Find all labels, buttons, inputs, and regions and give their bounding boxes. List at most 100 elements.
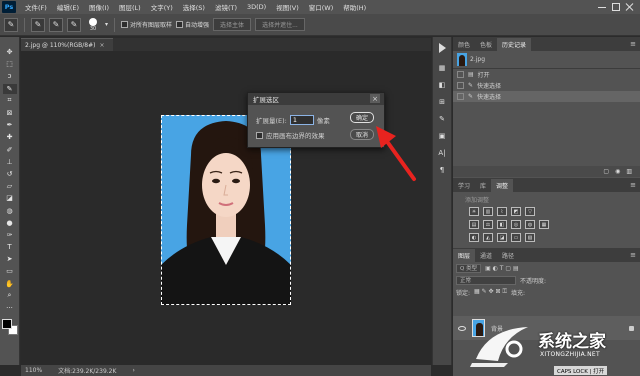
eraser-tool-icon[interactable]: ▱ [3,181,17,191]
foreground-color[interactable] [1,319,12,330]
blur-tool-icon[interactable]: ◍ [3,205,17,215]
zoom-level[interactable]: 110% [25,367,42,374]
lock-icons[interactable]: ▦ ✎ ✥ ⊠ ⚿ [474,288,507,296]
select-and-mask-button[interactable]: 选择并遮住... [255,18,305,31]
subtract-from-selection-icon[interactable]: ✎ [67,17,81,32]
character-icon[interactable]: A| [435,147,449,159]
adjust-icon[interactable]: ◧ [435,79,449,91]
eye-icon[interactable] [458,325,466,331]
sample-all-layers-checkbox[interactable]: 对所有图层取样 [121,20,172,29]
hue-saturation-icon[interactable]: ▤ [469,220,479,229]
cancel-button[interactable]: 取消 [350,129,374,140]
close-icon[interactable] [626,3,634,11]
chevron-down-icon[interactable]: ▾ [105,21,108,28]
menu-window[interactable]: 窗口(W) [304,2,339,12]
gradient-tool-icon[interactable]: ◪ [3,193,17,203]
layer-kind-filter[interactable]: Q 类型 [456,263,482,273]
close-tab-icon[interactable]: × [99,42,104,49]
clone-stamp-tool-icon[interactable]: ⊥ [3,157,17,167]
source-checkbox[interactable] [457,71,464,78]
tab-adjustments[interactable]: 调整 [491,179,514,192]
marquee-tool-icon[interactable]: ⬚ [3,59,17,69]
document-tab[interactable]: 2.jpg @ 110%(RGB/8#) × [21,38,113,51]
black-white-icon[interactable]: ◧ [497,220,507,229]
quick-selection-tool-icon[interactable]: ✎ [2,83,17,94]
minimize-icon[interactable] [598,3,606,8]
color-swatches[interactable] [1,319,18,336]
pen-tool-icon[interactable]: ✑ [3,230,17,240]
tab-swatches[interactable]: 色板 [475,38,497,51]
apply-canvas-bounds-checkbox[interactable]: 应用画布边界的效果 [256,130,325,140]
history-brush-tool-icon[interactable]: ↺ [3,169,17,179]
invert-icon[interactable]: ◐ [469,233,479,242]
source-checkbox[interactable] [457,93,464,100]
document-info[interactable]: 文档:239.2K/239.2K [58,366,116,375]
menu-view[interactable]: 视图(V) [271,2,304,12]
source-checkbox[interactable] [457,82,464,89]
history-snapshot[interactable]: 2.jpg [453,51,640,69]
more-tools-icon[interactable]: ··· [3,303,17,313]
filter-icons[interactable]: ▣ ◐ T ▢ ▤ [485,265,519,272]
brightness-icon[interactable]: ☀ [469,207,479,216]
exposure-icon[interactable]: ◩ [511,207,521,216]
chevron-right-icon[interactable]: › [132,367,134,374]
zoom-tool-icon[interactable]: ⌕ [3,291,17,301]
type-tool-icon[interactable]: T [3,242,17,252]
photo-filter-icon[interactable]: ◎ [511,220,521,229]
tab-libraries[interactable]: 库 [475,179,491,192]
tab-history[interactable]: 历史记录 [497,38,532,51]
brush-settings-icon[interactable]: ✎ [435,113,449,125]
tab-channels[interactable]: 通道 [475,249,497,262]
move-tool-icon[interactable]: ✥ [3,47,17,57]
posterize-icon[interactable]: ◭ [483,233,493,242]
properties-icon[interactable]: ⊞ [435,96,449,108]
expand-amount-input[interactable]: 1 [289,115,314,125]
menu-type[interactable]: 文字(Y) [146,2,178,12]
tab-learn[interactable]: 学习 [453,179,475,192]
path-selection-tool-icon[interactable]: ➤ [3,254,17,264]
healing-brush-tool-icon[interactable]: ✚ [3,132,17,142]
new-document-icon[interactable]: ▢ [603,168,609,175]
panel-menu-icon[interactable]: ≡ [626,40,640,51]
frame-tool-icon[interactable]: ⊠ [3,108,17,118]
menu-layer[interactable]: 图层(L) [114,2,146,12]
menu-select[interactable]: 选择(S) [178,2,210,12]
gradient-map-icon[interactable]: ▭ [511,233,521,242]
panel-menu-icon[interactable]: ≡ [626,181,640,192]
blend-mode-select[interactable]: 正常 [456,275,516,285]
history-state[interactable]: ✎ 快速选择 [453,91,640,102]
selective-color-icon[interactable]: ▧ [525,233,535,242]
eyedropper-tool-icon[interactable]: ✒ [3,120,17,130]
select-subject-button[interactable]: 选择主体 [213,18,252,31]
menu-help[interactable]: 帮助(H) [338,2,371,12]
shape-tool-icon[interactable]: ▭ [3,266,17,276]
brush-tool-icon[interactable]: ✐ [3,145,17,155]
menu-image[interactable]: 图像(I) [84,2,114,12]
trash-icon[interactable]: ▥ [626,168,632,175]
maximize-icon[interactable] [612,3,620,11]
brush-picker[interactable]: 30 [85,17,101,33]
auto-enhance-checkbox[interactable]: 自动增强 [176,20,209,29]
swatch-icon[interactable]: ▣ [435,130,449,142]
menu-filter[interactable]: 滤镜(T) [210,2,242,12]
tab-paths[interactable]: 路径 [497,249,519,262]
panel-menu-icon[interactable]: ≡ [626,251,640,262]
menu-3d[interactable]: 3D(D) [242,3,271,11]
history-state[interactable]: ✎ 快速选择 [453,80,640,91]
paragraph-icon[interactable]: ¶ [435,164,449,176]
ok-button[interactable]: 确定 [350,112,374,123]
camera-icon[interactable]: ◉ [615,168,620,175]
lasso-tool-icon[interactable]: ↄ [3,71,17,81]
quick-selection-tool-icon[interactable]: ✎ [4,17,18,32]
channel-mixer-icon[interactable]: ◍ [525,220,535,229]
new-selection-icon[interactable]: ✎ [31,17,45,32]
tab-color[interactable]: 颜色 [453,38,475,51]
play-icon[interactable] [438,43,446,53]
hand-tool-icon[interactable]: ✋ [3,279,17,289]
levels-icon[interactable]: ▥ [483,207,493,216]
color-lookup-icon[interactable]: ▦ [539,220,549,229]
dialog-close-icon[interactable]: × [370,94,380,103]
threshold-icon[interactable]: ◪ [497,233,507,242]
menu-edit[interactable]: 编辑(E) [52,2,84,12]
tab-layers[interactable]: 图层 [453,249,476,262]
